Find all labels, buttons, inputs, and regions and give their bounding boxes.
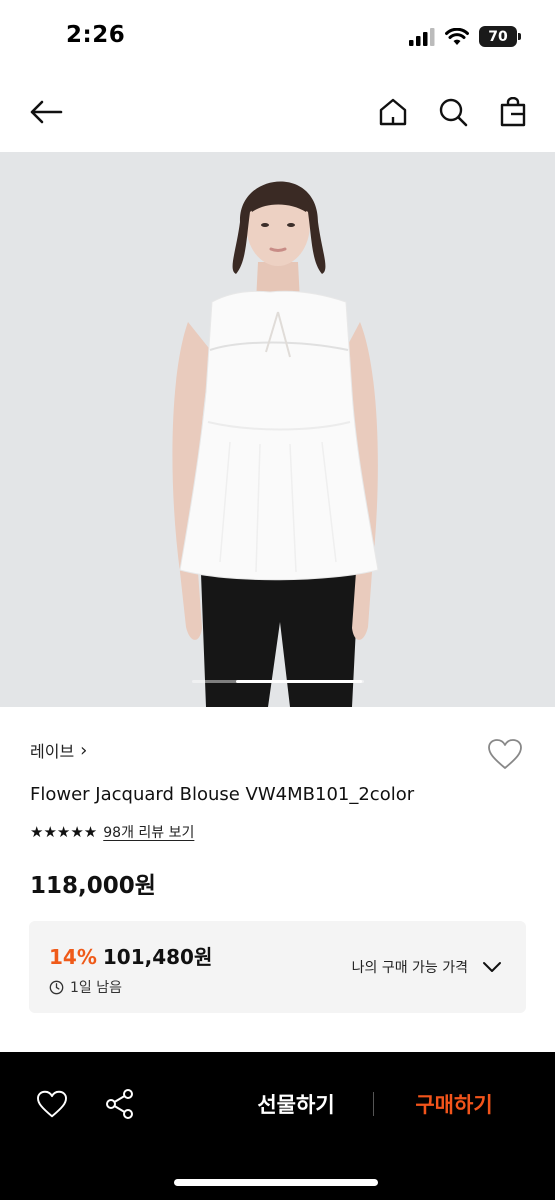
gift-button[interactable]: 선물하기	[236, 1084, 356, 1124]
discount-price: 101,480원	[102, 945, 213, 969]
review-link[interactable]: 98개 리뷰 보기	[103, 822, 194, 842]
my-price-label: 나의 구매 가능 가격	[351, 960, 468, 976]
status-time: 2:26	[66, 22, 126, 48]
product-photo	[0, 152, 555, 707]
discount-percent: 14%	[49, 945, 97, 969]
chevron-right-icon: ›	[80, 739, 88, 761]
search-button[interactable]	[433, 92, 473, 132]
search-icon	[439, 98, 468, 127]
bottom-wishlist-button[interactable]	[32, 1084, 72, 1124]
product-price: 118,000원	[30, 873, 156, 899]
wishlist-button[interactable]	[485, 736, 525, 772]
remaining-text: 1일 남음	[70, 980, 122, 996]
image-pager-thumb	[236, 680, 362, 683]
shopping-bag-button[interactable]	[493, 92, 533, 132]
rating-row: ★★★★★ 98개 리뷰 보기	[30, 822, 194, 842]
brand-name: 레이브	[30, 742, 75, 761]
product-image[interactable]	[0, 152, 555, 707]
discount-line: 14% 101,480원	[49, 941, 212, 970]
status-icons: 70	[409, 26, 521, 47]
back-button[interactable]	[26, 92, 66, 132]
share-icon	[106, 1089, 133, 1119]
home-icon	[379, 98, 407, 126]
buy-button[interactable]: 구매하기	[394, 1084, 514, 1124]
star-rating: ★★★★★	[30, 823, 98, 841]
brand-link[interactable]: 레이브 ›	[30, 738, 87, 762]
chevron-down-icon	[483, 962, 501, 972]
top-nav-bar	[0, 72, 555, 152]
shopping-bag-icon	[500, 97, 526, 127]
home-button[interactable]	[373, 92, 413, 132]
bottom-action-bar: 선물하기 구매하기	[0, 1052, 555, 1200]
time-remaining: 1일 남음	[49, 977, 122, 997]
my-price-box[interactable]: 14% 101,480원 1일 남음 나의 구매 가능 가격	[29, 921, 526, 1013]
share-button[interactable]	[100, 1084, 140, 1124]
wifi-icon	[445, 27, 469, 45]
nav-actions	[373, 92, 533, 132]
cellular-signal-icon	[409, 27, 435, 46]
status-bar: 2:26 70	[0, 0, 555, 72]
heart-icon	[37, 1090, 67, 1118]
clock-icon	[49, 980, 64, 994]
bottom-divider	[373, 1092, 374, 1116]
heart-icon	[488, 739, 522, 769]
battery-indicator: 70	[479, 26, 521, 47]
my-price-toggle[interactable]: 나의 구매 가능 가격	[352, 957, 502, 977]
back-arrow-icon	[30, 100, 63, 124]
home-indicator	[174, 1179, 378, 1186]
product-name: Flower Jacquard Blouse VW4MB101_2color	[30, 784, 415, 805]
